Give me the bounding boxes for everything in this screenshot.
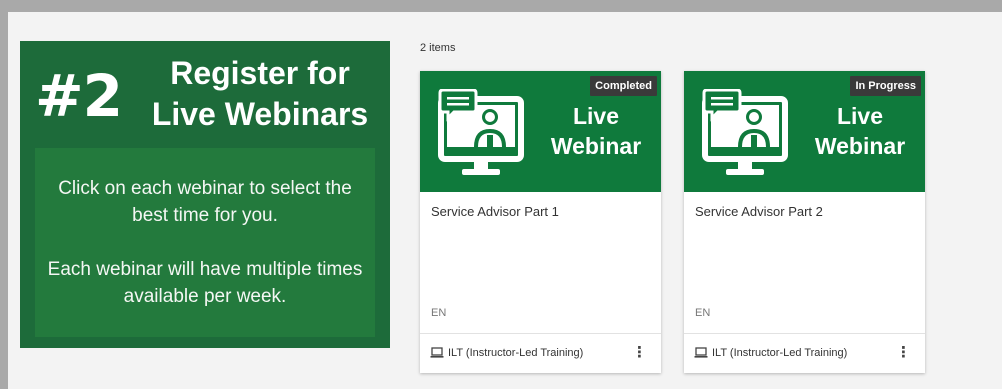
course-card[interactable]: Live Webinar Completed Service Advisor P… (420, 71, 661, 373)
card-language: EN (431, 307, 447, 319)
card-divider (684, 333, 925, 334)
thumbnail-caption: Live Webinar (802, 101, 918, 161)
more-vert-icon[interactable]: ⋮ (896, 344, 911, 360)
thumbnail-line2: Webinar (550, 133, 642, 159)
promo-banner: #2 Register for Live Webinars Click on e… (20, 41, 390, 348)
thumbnail-line1: Live (572, 103, 620, 129)
banner-text-1: Click on each webinar to select the best… (58, 178, 352, 226)
laptop-icon (694, 347, 708, 358)
card-title[interactable]: Service Advisor Part 2 (695, 204, 823, 219)
thumbnail-line2: Webinar (814, 133, 906, 159)
card-footer: ILT (Instructor-Led Training) (694, 345, 847, 361)
status-badge: In Progress (850, 76, 921, 96)
card-type-label: ILT (Instructor-Led Training) (712, 347, 848, 359)
banner-instructions: Click on each webinar to select the best… (35, 148, 375, 337)
card-type-label: ILT (Instructor-Led Training) (448, 347, 584, 359)
webinar-monitor-icon (438, 89, 524, 175)
banner-title-line1: Register for (170, 55, 350, 91)
more-vert-icon[interactable]: ⋮ (632, 344, 647, 360)
banner-text-2: Each webinar will have multiple times av… (47, 259, 363, 307)
thumbnail-line1: Live (836, 103, 884, 129)
banner-title-line2: Live Webinars (151, 96, 369, 132)
status-badge: Completed (590, 76, 657, 96)
card-language: EN (695, 307, 711, 319)
laptop-icon (430, 347, 444, 358)
card-footer: ILT (Instructor-Led Training) (430, 345, 583, 361)
thumbnail-caption: Live Webinar (538, 101, 654, 161)
webinar-monitor-icon (702, 89, 788, 175)
banner-title: Register for Live Webinars (135, 53, 385, 135)
banner-step-number: #2 (35, 62, 123, 130)
card-divider (420, 333, 661, 334)
course-card[interactable]: Live Webinar In Progress Service Advisor… (684, 71, 925, 373)
card-thumbnail[interactable]: Live Webinar Completed (420, 71, 661, 192)
item-count: 2 items (420, 42, 456, 54)
card-title[interactable]: Service Advisor Part 1 (431, 204, 559, 219)
card-thumbnail[interactable]: Live Webinar In Progress (684, 71, 925, 192)
